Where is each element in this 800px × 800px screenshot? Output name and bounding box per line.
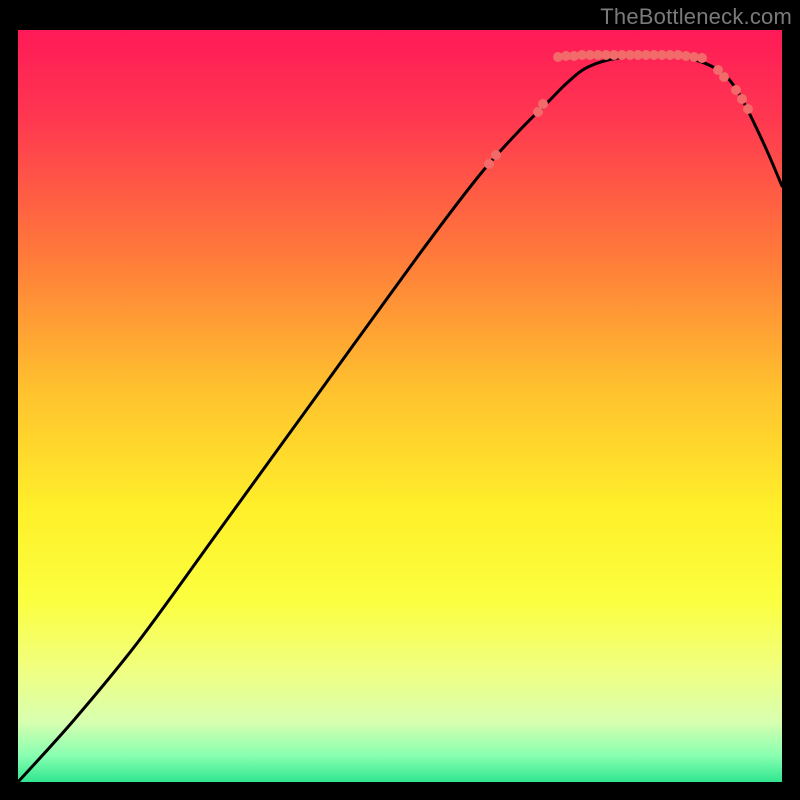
scatter-point (719, 72, 729, 82)
watermark-text: TheBottleneck.com (600, 4, 792, 30)
plot-area (18, 30, 782, 782)
chart-svg (18, 30, 782, 782)
scatter-point (737, 94, 747, 104)
scatter-point (491, 150, 501, 160)
scatter-point (538, 99, 548, 109)
scatter-point (743, 104, 753, 114)
heatmap-background (18, 30, 782, 782)
scatter-point (731, 85, 741, 95)
scatter-point (697, 53, 707, 63)
scatter-point (484, 159, 494, 169)
chart-frame: TheBottleneck.com (0, 0, 800, 800)
